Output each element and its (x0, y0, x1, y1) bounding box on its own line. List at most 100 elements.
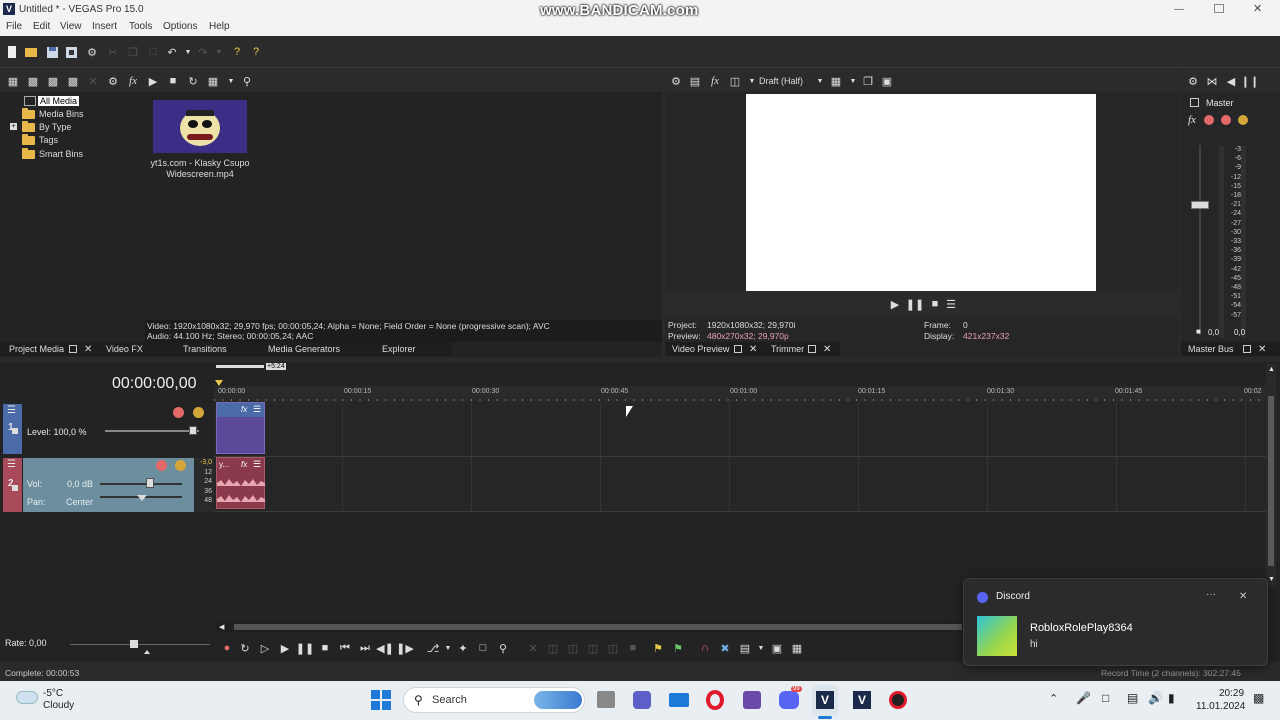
bus-downmix-icon[interactable]: ⋈ (1205, 74, 1219, 88)
tab-transitions[interactable]: Transitions (183, 344, 227, 354)
edit-tool-dropdown-icon[interactable]: ▼ (441, 641, 455, 655)
close-tab-icon[interactable]: ✕ (84, 344, 92, 355)
undock-icon[interactable] (69, 345, 77, 353)
track-1-level-slider[interactable] (105, 430, 199, 432)
undo-dropdown-icon[interactable]: ▼ (181, 45, 195, 59)
media-play-icon[interactable]: ▶ (146, 74, 160, 88)
mail-icon[interactable] (669, 693, 689, 707)
weather-cloud-icon[interactable] (16, 691, 38, 704)
tree-item-smart-bins[interactable]: Smart Bins (22, 147, 83, 160)
insert-region-icon[interactable]: ⚑ (671, 641, 685, 655)
microphone-icon[interactable]: 🎤 (1076, 691, 1091, 705)
normal-edit-tool-icon[interactable]: ⎇ (426, 641, 440, 655)
master-solo-icon[interactable] (1238, 115, 1248, 125)
split-screen-icon[interactable]: ◫ (728, 74, 742, 88)
tab-master-bus[interactable]: Master Bus (1188, 344, 1234, 354)
rate-slider[interactable] (70, 644, 210, 645)
track-1-expand-icon[interactable] (12, 428, 18, 434)
menu-help[interactable]: Help (209, 21, 230, 32)
volume-icon[interactable]: 🔊 (1148, 691, 1163, 705)
pause-icon[interactable]: ❚❚ (296, 641, 314, 655)
record-icon[interactable]: ● (220, 641, 234, 655)
minimize-button[interactable]: — (1174, 4, 1186, 15)
preview-quality-dropdown[interactable]: Draft (Half) (759, 76, 803, 86)
snapping-icon[interactable]: ∩ (698, 641, 712, 655)
tree-item-all-media[interactable]: All Media (38, 95, 80, 107)
clock-date[interactable]: 11.01.2024 (1196, 701, 1245, 712)
media-fx-icon[interactable]: fx (126, 74, 140, 88)
get-media-icon[interactable]: ▩ (46, 74, 60, 88)
undock-icon[interactable] (808, 345, 816, 353)
tab-explorer[interactable]: Explorer (382, 344, 416, 354)
save-snapshot-icon[interactable]: ▣ (880, 74, 894, 88)
overlays-grid-icon[interactable]: ▦ (829, 74, 843, 88)
weather-condition[interactable]: Cloudy (43, 700, 74, 711)
undo-icon[interactable]: ↶ (165, 45, 179, 59)
media-file-name[interactable]: yt1s.com - Klasky Csupo Widescreen.mp4 (145, 158, 255, 180)
notification-bell-icon[interactable]: ▩ (1253, 691, 1264, 705)
notification-menu-button[interactable]: ··· (1206, 589, 1216, 600)
track-1-mute-icon[interactable] (173, 407, 184, 418)
tab-video-preview[interactable]: Video Preview (672, 344, 729, 354)
preview-fx-icon[interactable]: fx (708, 74, 722, 88)
search-media-icon[interactable]: ⚲ (240, 74, 254, 88)
preview-menu-icon[interactable]: ☰ (944, 297, 958, 311)
menu-options[interactable]: Options (163, 21, 197, 32)
battery-icon[interactable]: ▮ (1168, 691, 1175, 705)
track-1-menu-icon[interactable]: ☰ (7, 405, 16, 416)
auto-preview-icon[interactable]: ↻ (186, 74, 200, 88)
copy-snapshot-icon[interactable]: ❐ (861, 74, 875, 88)
open-project-icon[interactable] (24, 45, 38, 59)
track-2-mute-icon[interactable] (156, 460, 167, 471)
zoom-tool-icon[interactable]: ⚲ (496, 641, 510, 655)
envelope-tool-icon[interactable]: ✦ (456, 641, 470, 655)
preview-stop-icon[interactable]: ■ (928, 297, 942, 311)
previous-frame-icon[interactable]: ◀❚ (376, 641, 394, 655)
stop-icon[interactable]: ■ (318, 641, 332, 655)
close-tab-icon[interactable]: ✕ (823, 344, 831, 355)
start-windows-icon[interactable] (371, 690, 391, 710)
insert-marker-icon[interactable]: ⚑ (651, 641, 665, 655)
event-pan-crop-icon[interactable]: ▣ (770, 641, 784, 655)
weather-temperature[interactable]: -5°C (43, 688, 63, 699)
track-2-solo-icon[interactable] (175, 460, 186, 471)
master-fx-icon[interactable]: fx (1188, 114, 1196, 126)
timeline-horizontal-scrollbar[interactable]: ◀ (216, 621, 964, 633)
menu-edit[interactable]: Edit (33, 21, 50, 32)
preview-settings-gear-icon[interactable]: ⚙ (669, 74, 683, 88)
track-1-level-handle[interactable] (189, 426, 197, 435)
close-tab-icon[interactable]: ✕ (1258, 344, 1266, 355)
rate-handle[interactable] (130, 640, 138, 648)
bus-settings-gear-icon[interactable]: ⚙ (1186, 74, 1200, 88)
master-checkbox[interactable] (1190, 98, 1199, 107)
views-icon[interactable]: ▦ (206, 74, 220, 88)
teams-chat-icon[interactable] (633, 691, 651, 709)
menu-file[interactable]: File (6, 21, 22, 32)
discord-notification[interactable]: Discord ··· ✕ RobloxRolePlay8364 hi (963, 578, 1268, 666)
track-1-solo-icon[interactable] (193, 407, 204, 418)
tree-item-tags[interactable]: Tags (22, 133, 58, 146)
loop-region-bar[interactable] (216, 365, 264, 368)
vegas-pro-icon[interactable]: V (816, 691, 834, 709)
clip-menu-icon[interactable]: ☰ (253, 404, 261, 415)
tree-item-by-type[interactable]: By Type (22, 120, 71, 133)
track-2-menu-icon[interactable]: ☰ (7, 459, 16, 470)
preview-pause-icon[interactable]: ❚❚ (906, 297, 924, 311)
taskbar-search-box[interactable]: ⚲ Search (403, 687, 585, 713)
clock-time[interactable]: 20:29 (1219, 688, 1244, 699)
maximize-button[interactable] (1214, 4, 1224, 13)
clip-fx-icon[interactable]: fx (241, 460, 247, 469)
split-dropdown-icon[interactable]: ▼ (745, 74, 759, 88)
tab-video-fx[interactable]: Video FX (106, 344, 143, 354)
next-frame-icon[interactable]: ❚▶ (396, 641, 414, 655)
tab-project-media[interactable]: Project Media (9, 344, 64, 354)
whats-this-icon[interactable]: ? (230, 45, 244, 59)
display-icon[interactable]: ▤ (1127, 691, 1138, 705)
master-fader-lock-icon[interactable]: ■ (1196, 327, 1201, 336)
help-icon[interactable]: ? (249, 45, 263, 59)
opera-icon[interactable] (706, 690, 724, 710)
import-media-icon[interactable]: ▦ (6, 74, 20, 88)
track-2-vol-handle[interactable] (146, 478, 154, 488)
scroll-down-icon[interactable]: ▼ (1268, 576, 1275, 583)
media-thumbnail[interactable] (153, 100, 247, 153)
